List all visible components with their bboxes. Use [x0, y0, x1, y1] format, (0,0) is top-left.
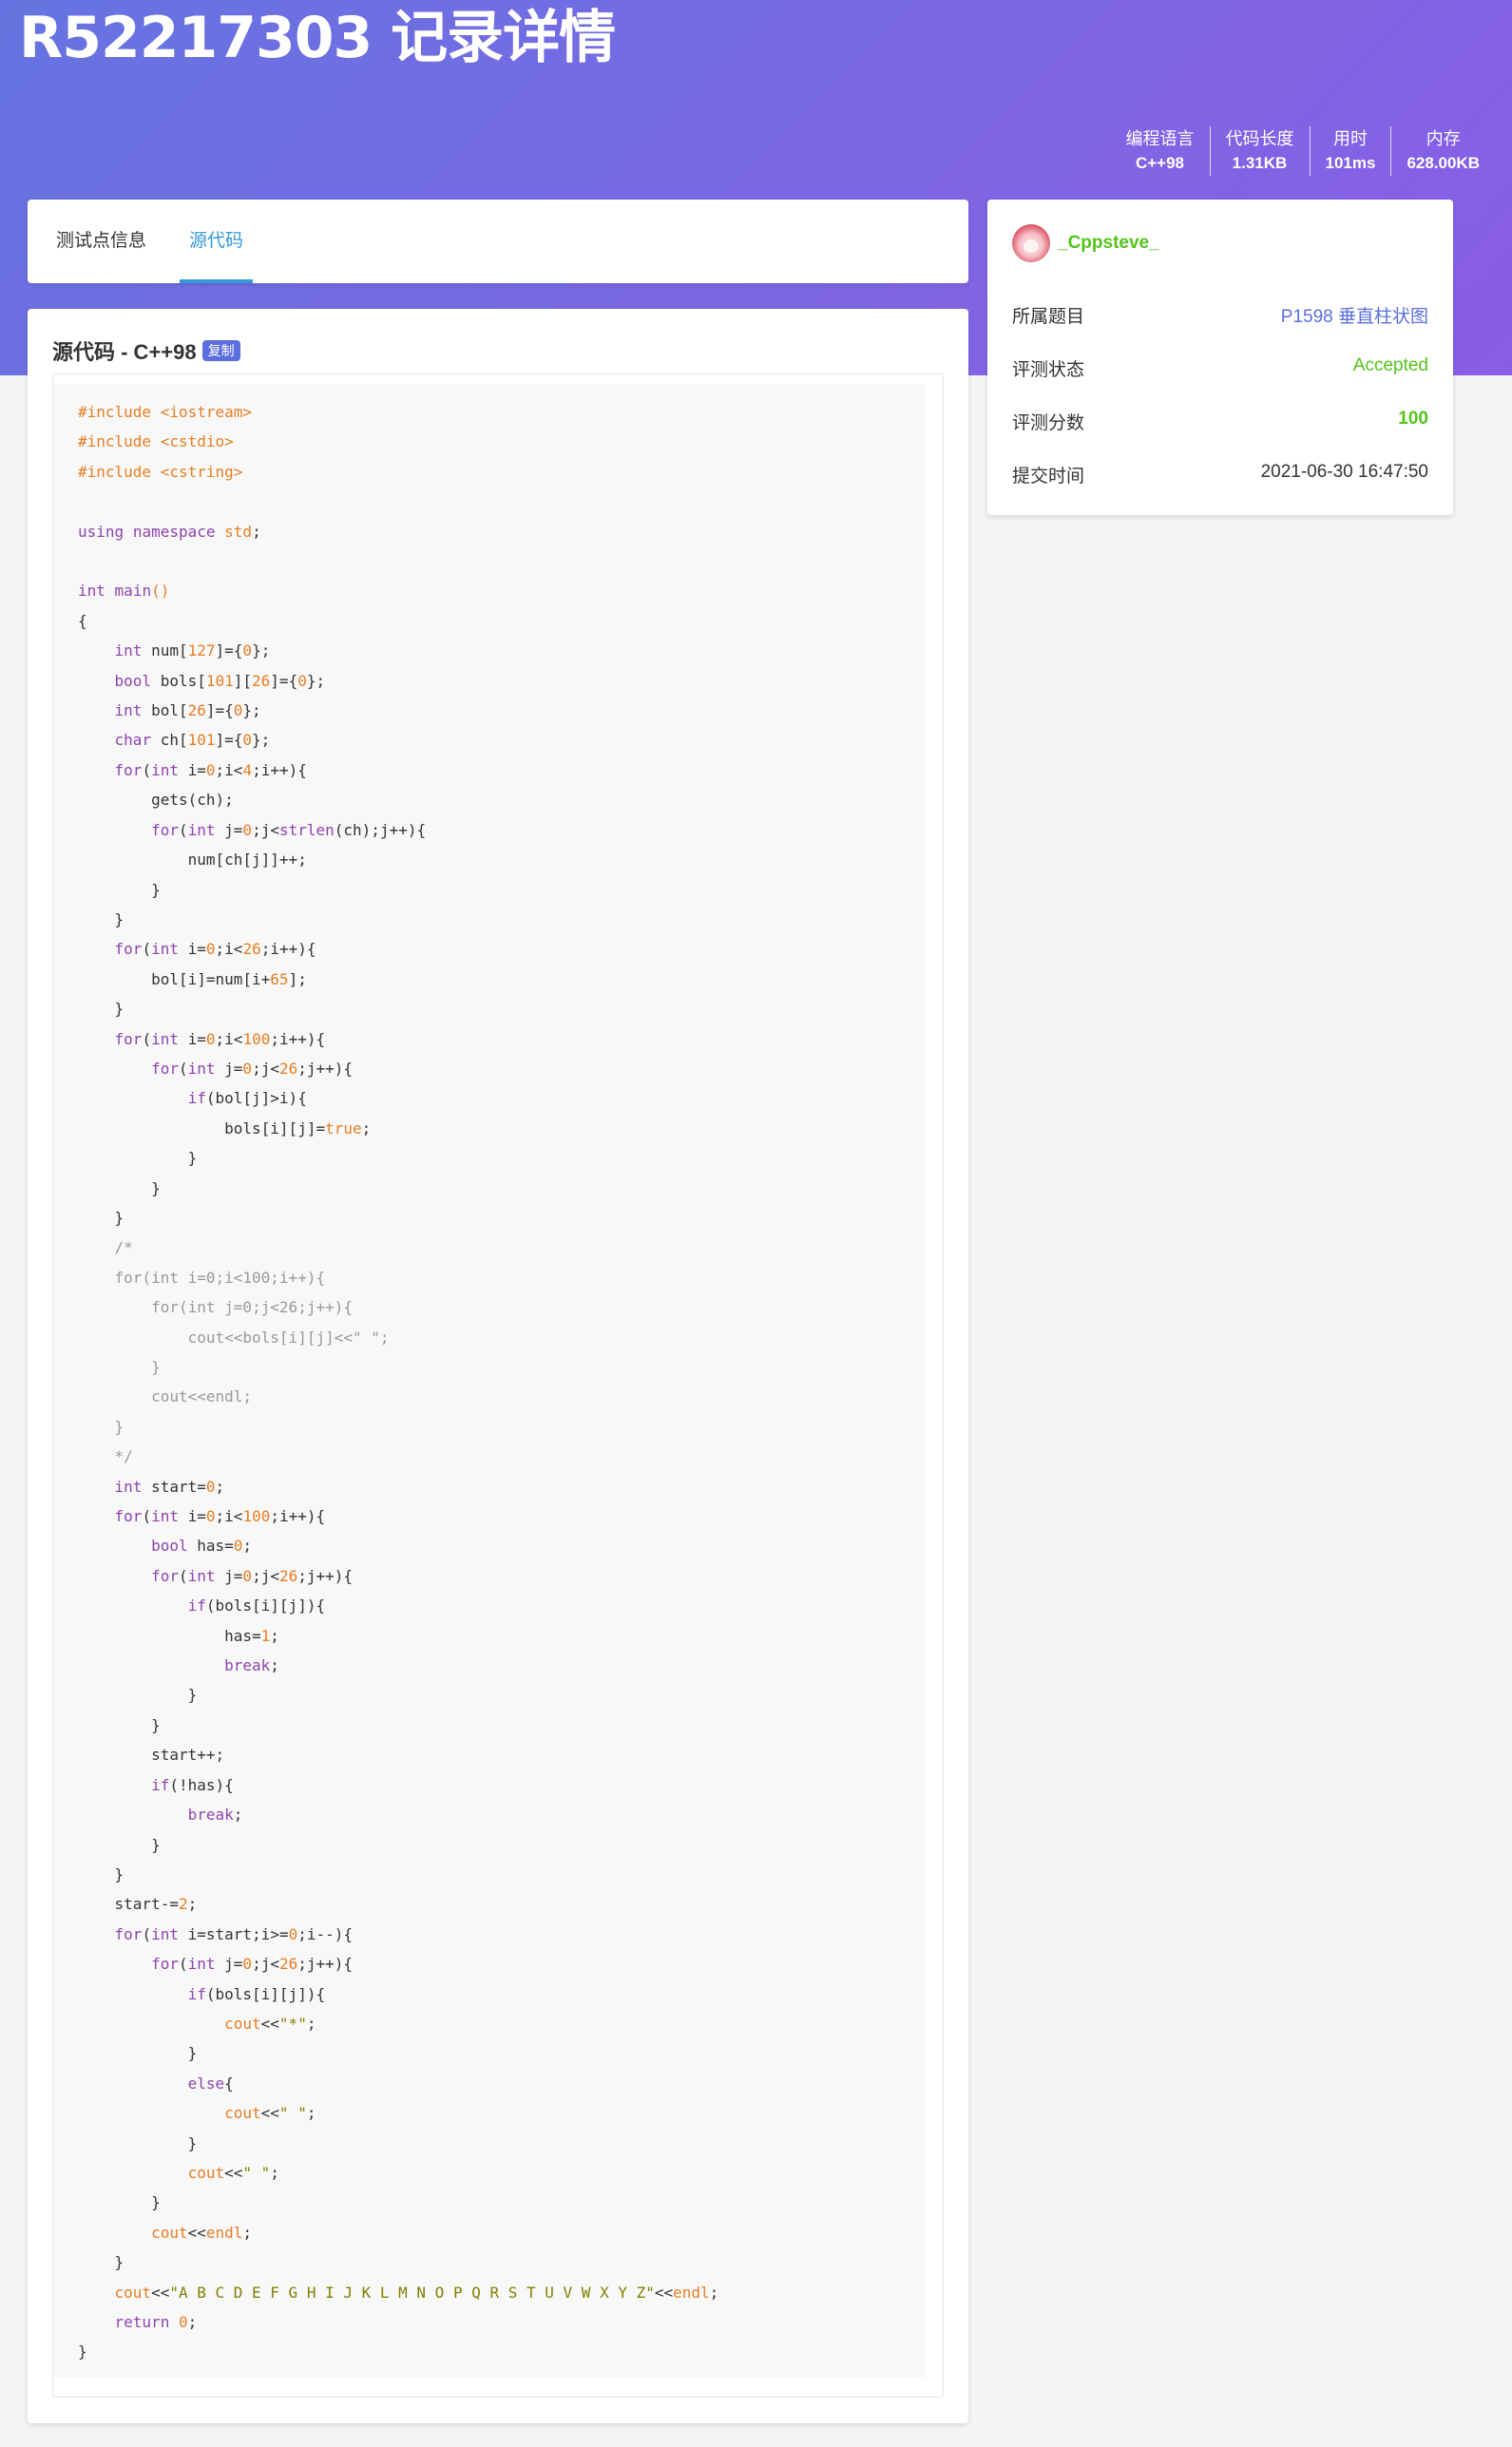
stat-value: 1.31KB	[1232, 154, 1288, 172]
record-stats: 编程语言 C++98 代码长度 1.31KB 用时 101ms 内存 628.0…	[1111, 126, 1496, 176]
info-row-status: 评测状态 Accepted	[1012, 355, 1428, 381]
copy-button[interactable]: 复制	[201, 340, 240, 361]
username-link[interactable]: _Cppsteve_	[1058, 233, 1159, 254]
stat-value: 101ms	[1325, 154, 1376, 172]
source-code: #include <iostream> #include <cstdio> #i…	[78, 403, 719, 2361]
page-title: R52217303 记录详情	[19, 5, 616, 71]
score-value: 100	[1398, 409, 1428, 429]
code-section-title: 源代码 - C++98 复制	[52, 335, 240, 366]
user-row: _Cppsteve_	[1012, 224, 1159, 262]
info-label: 提交时间	[1012, 467, 1085, 487]
tab-source-code[interactable]: 源代码	[180, 200, 254, 283]
stat-value: 628.00KB	[1407, 154, 1480, 172]
stat-value: C++98	[1135, 154, 1185, 172]
stat-time: 用时 101ms	[1309, 126, 1391, 176]
stat-label: 内存	[1426, 129, 1461, 148]
avatar[interactable]	[1012, 224, 1050, 262]
info-row-score: 评测分数 100	[1012, 409, 1428, 434]
info-label: 评测分数	[1012, 413, 1085, 433]
info-label: 所属题目	[1012, 307, 1085, 327]
code-container: #include <iostream> #include <cstdio> #i…	[52, 373, 944, 2398]
record-info-card: _Cppsteve_ 所属题目 P1598 垂直柱状图 评测状态 Accepte…	[987, 200, 1453, 515]
stat-language: 编程语言 C++98	[1111, 126, 1210, 176]
stat-memory: 内存 628.00KB	[1390, 126, 1495, 176]
submit-time-value: 2021-06-30 16:47:50	[1260, 462, 1428, 482]
info-row-submit-time: 提交时间 2021-06-30 16:47:50	[1012, 462, 1428, 487]
info-row-problem: 所属题目 P1598 垂直柱状图	[1012, 302, 1428, 328]
status-value: Accepted	[1352, 355, 1428, 375]
code-title-text: 源代码 - C++98	[52, 340, 197, 364]
code-block[interactable]: #include <iostream> #include <cstdio> #i…	[53, 384, 926, 2378]
stat-label: 用时	[1332, 129, 1368, 148]
problem-link[interactable]: P1598 垂直柱状图	[1281, 302, 1428, 328]
tab-test-points[interactable]: 测试点信息	[56, 200, 146, 283]
stat-label: 代码长度	[1225, 129, 1294, 148]
source-code-card: 源代码 - C++98 复制 #include <iostream> #incl…	[28, 309, 968, 2423]
stat-code-length: 代码长度 1.31KB	[1209, 126, 1310, 176]
stat-label: 编程语言	[1125, 129, 1195, 148]
tabs-card: 测试点信息 源代码	[28, 200, 968, 283]
info-label: 评测状态	[1012, 360, 1085, 380]
